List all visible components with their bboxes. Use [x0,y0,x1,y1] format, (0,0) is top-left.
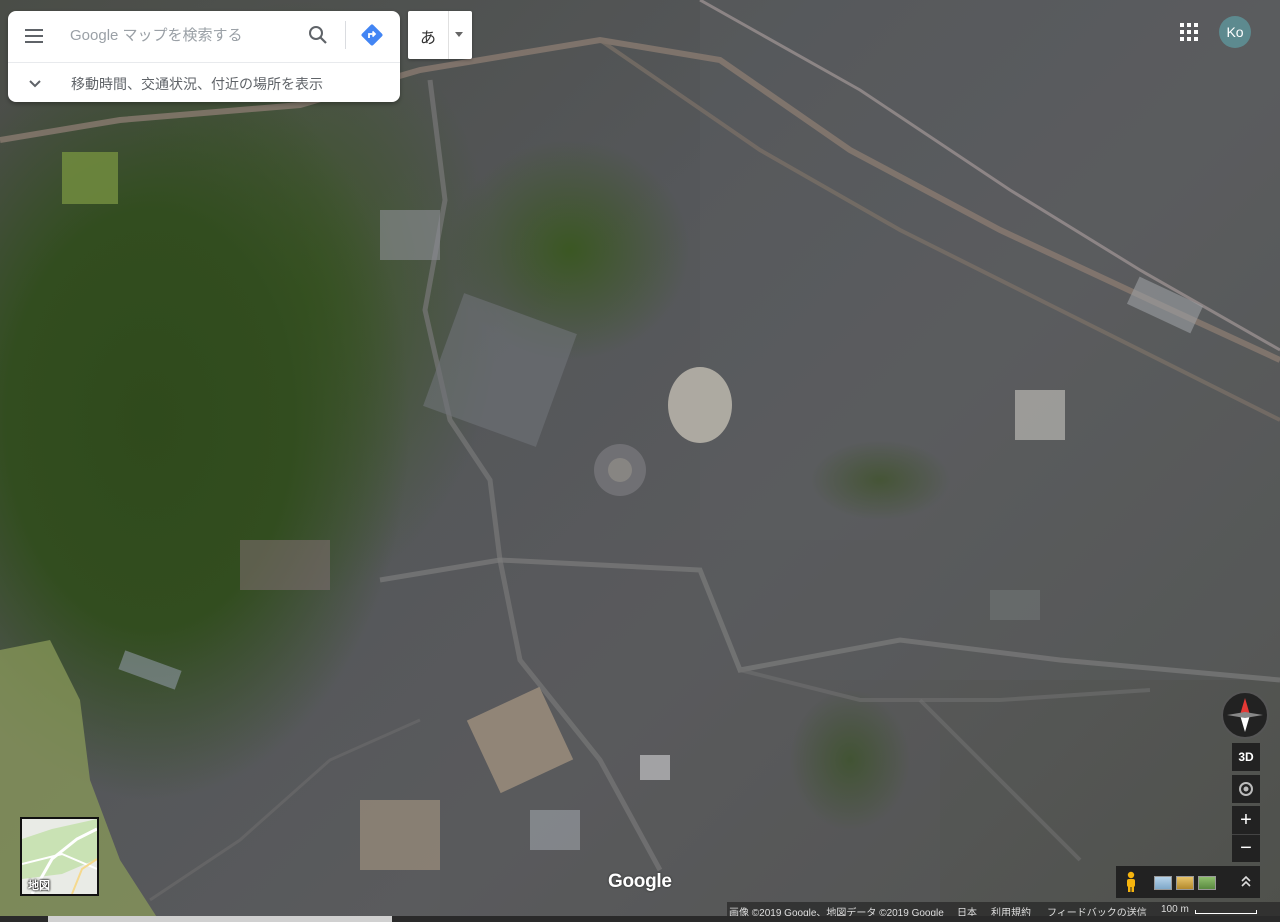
search-divider [345,21,346,49]
scale-label[interactable]: 100 m [1161,904,1189,915]
scale-bar [1195,910,1257,914]
bottom-track-thumb[interactable] [48,916,392,922]
zoom-out-button[interactable]: − [1232,834,1260,862]
input-mode-button[interactable]: あ [408,11,472,59]
search-panel: 移動時間、交通状況、付近の場所を表示 [8,11,400,102]
bottom-toolbar [1116,866,1260,898]
compass-icon[interactable] [1221,691,1269,739]
chevron-down-icon [27,75,43,91]
input-mode-divider [448,11,449,59]
map-type-toggle[interactable]: 地図 [20,817,99,896]
satellite-map[interactable] [0,0,1280,922]
apps-grid-icon[interactable] [1180,23,1200,43]
my-location-icon[interactable] [1232,775,1260,803]
chevron-up-icon[interactable] [1238,874,1254,890]
search-input[interactable] [70,23,300,47]
minimap-label: 地図 [28,880,50,892]
explore-nearby-label: 移動時間、交通状況、付近の場所を表示 [71,76,323,92]
explore-nearby-toggle[interactable]: 移動時間、交通状況、付近の場所を表示 [8,62,400,102]
zoom-in-button[interactable]: + [1232,806,1260,834]
pegman-icon[interactable] [1124,871,1138,893]
google-logo: Google [608,871,672,892]
map-imagery [0,0,1280,922]
tilt-3d-button[interactable]: 3D [1232,743,1260,771]
caret-down-icon[interactable] [455,32,463,37]
layer-thumbnail-traffic[interactable] [1176,876,1194,890]
directions-icon[interactable] [360,23,384,47]
account-avatar[interactable]: Ko [1219,16,1251,48]
input-mode-char: あ [420,30,437,47]
layer-thumbnail-transit[interactable] [1154,876,1172,890]
menu-icon[interactable] [22,25,46,45]
search-row [8,11,400,59]
search-icon[interactable] [306,23,330,47]
layer-thumbnail-terrain[interactable] [1198,876,1216,890]
